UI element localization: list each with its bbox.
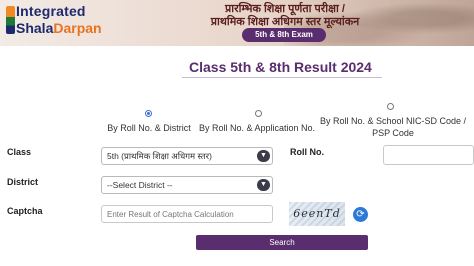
page-title: Class 5th & 8th Result 2024 [189,59,372,75]
exam-title-hindi: प्रारम्भिक शिक्षा पूर्णता परीक्षा / प्रा… [175,3,395,29]
search-button[interactable]: Search [196,235,368,250]
captcha-label: Captcha [7,206,43,216]
class-select[interactable]: 5th (प्राथमिक शिक्षा अधिगम स्तर) ▼ [101,147,273,165]
district-select[interactable]: --Select District -- ▼ [101,176,273,194]
title-divider [182,77,382,78]
brand-logo[interactable]: Integrated ShalaDarpan [6,0,156,40]
chevron-down-icon: ▼ [257,179,270,191]
exam-title-line1: प्रारम्भिक शिक्षा पूर्णता परीक्षा / [225,3,345,15]
roll-no-input[interactable] [383,145,474,165]
class-select-value: 5th (प्राथमिक शिक्षा अधिगम स्तर) [107,151,212,161]
radio-roll-district[interactable] [145,110,152,117]
radio-label-roll-school-code[interactable]: By Roll No. & School NIC-SD Code / PSP C… [318,115,468,139]
brand-line2: ShalaDarpan [16,20,102,36]
class-label: Class [7,147,32,157]
exam-badge: 5th & 8th Exam [242,28,326,42]
chevron-down-icon: ▼ [257,150,270,162]
radio-roll-school-code[interactable] [387,103,394,110]
logo-mark-icon [6,6,15,34]
district-label: District [7,177,39,187]
roll-no-label: Roll No. [290,147,324,157]
captcha-image: 6eenTd [289,202,345,226]
radio-label-roll-district[interactable]: By Roll No. & District [96,122,202,134]
header-banner: Integrated ShalaDarpan प्रारम्भिक शिक्षा… [0,0,474,46]
captcha-input[interactable] [101,205,273,223]
radio-roll-application[interactable] [255,110,262,117]
brand-line2-suffix: Darpan [53,20,102,36]
refresh-icon[interactable]: ⟳ [353,207,368,222]
brand-line1: Integrated [16,3,86,19]
brand-line2-prefix: Shala [16,20,54,36]
district-select-value: --Select District -- [107,180,173,190]
radio-label-roll-application[interactable]: By Roll No. & Application No. [194,122,320,134]
